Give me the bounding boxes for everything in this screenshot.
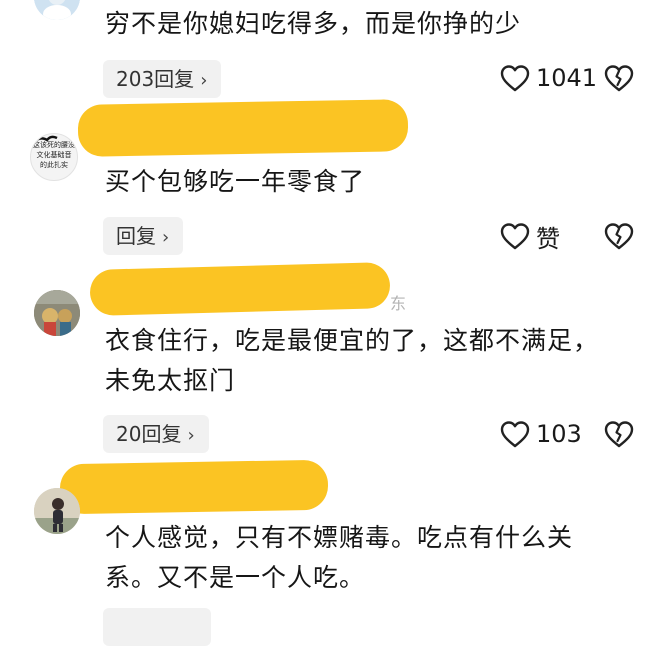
avatar-comment-1[interactable]: [34, 0, 80, 20]
avatar-comment-4[interactable]: [34, 488, 80, 534]
residual-text: 东: [390, 294, 407, 313]
avatar-image: [34, 0, 80, 20]
chevron-right-icon: ›: [200, 70, 208, 91]
chevron-right-icon: ›: [162, 227, 170, 248]
comment-line: 穷不是你媳妇吃得多，而是你挣的少: [105, 9, 522, 38]
heart-outline-icon: [500, 65, 530, 92]
comment-line: 买个包够吃一年零食了: [105, 167, 366, 196]
censored-username-3: [89, 262, 391, 316]
censored-username-4: [59, 459, 329, 515]
comment-line: 未免太抠门: [105, 366, 236, 395]
comment-line: 系。又不是一个人吃。: [105, 563, 366, 592]
reply-label: 203回复: [116, 67, 195, 91]
avatar-comment-3[interactable]: [34, 290, 80, 336]
reply-button-3[interactable]: 20回复 ›: [103, 415, 209, 453]
reply-button-1[interactable]: 203回复 ›: [103, 60, 222, 98]
avatar-decoration: [32, 135, 58, 144]
broken-heart-icon[interactable]: [604, 63, 634, 93]
heart-outline-icon: [500, 421, 530, 448]
like-count: 103: [536, 420, 582, 448]
avatar-image: [34, 290, 80, 336]
broken-heart-icon[interactable]: [604, 221, 634, 251]
like-button-2[interactable]: 赞: [500, 216, 560, 256]
avatar-comment-2[interactable]: 这该死的腰没 文化基础音 的此扎实: [30, 133, 78, 181]
censored-username-2: [77, 99, 409, 157]
comment-line: 衣食住行，吃是最便宜的了，这都不满足，: [105, 326, 600, 355]
like-count: 1041: [536, 64, 598, 92]
comment-line: 个人感觉，只有不嫖赌毒。吃点有什么关: [105, 523, 574, 552]
comment-text-1: 穷不是你媳妇吃得多，而是你挣的少: [105, 4, 521, 44]
like-button-1[interactable]: 1041: [500, 58, 597, 98]
comment-text-3: 衣食住行，吃是最便宜的了，这都不满足， 未免太抠门: [105, 321, 599, 401]
comment-text-4: 个人感觉，只有不嫖赌毒。吃点有什么关 系。又不是一个人吃。: [105, 518, 573, 598]
broken-heart-icon[interactable]: [604, 419, 634, 449]
reply-label: 回复: [116, 224, 156, 248]
chevron-right-icon: ›: [187, 425, 195, 446]
like-count: 赞: [536, 224, 560, 253]
heart-outline-icon: [500, 223, 530, 250]
reply-button-2[interactable]: 回复 ›: [103, 217, 184, 255]
comment-text-2: 买个包够吃一年零食了: [105, 162, 365, 202]
like-button-3[interactable]: 103: [500, 414, 582, 454]
reply-label: 20回复: [116, 422, 182, 446]
avatar-image: [34, 488, 80, 534]
